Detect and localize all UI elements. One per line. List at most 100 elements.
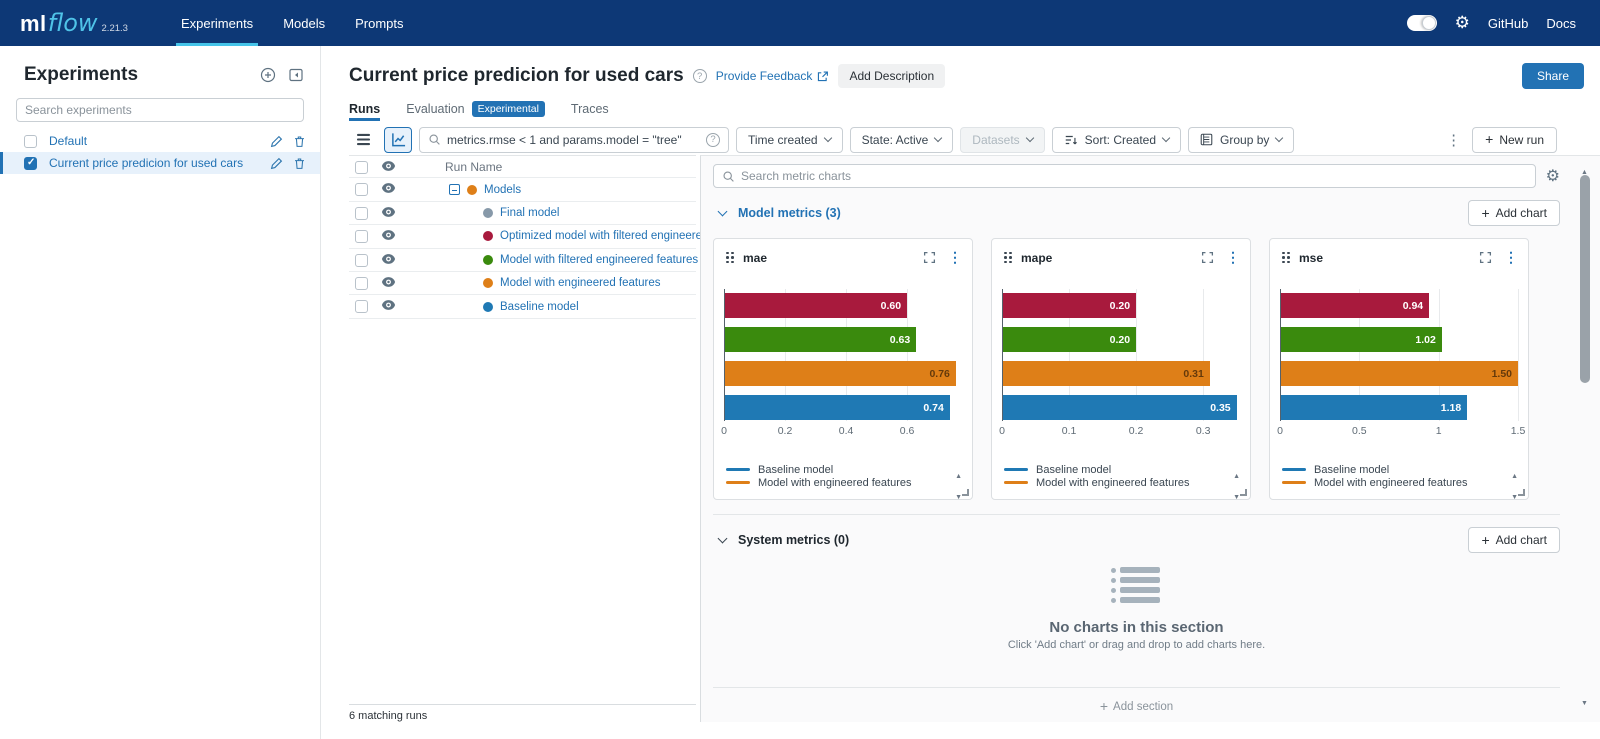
add-description-button[interactable]: Add Description — [838, 64, 945, 88]
collapse-sidebar-icon[interactable] — [288, 67, 304, 83]
filter-time-created[interactable]: Time created — [736, 127, 843, 153]
run-checkbox[interactable] — [355, 300, 368, 313]
legend-scroll-up-icon[interactable] — [1233, 465, 1240, 483]
docs-link[interactable]: Docs — [1546, 16, 1576, 31]
toolbar-kebab-menu[interactable] — [1442, 131, 1465, 149]
experiment-search-input[interactable] — [16, 98, 304, 122]
collapse-section-icon[interactable] — [718, 206, 728, 216]
run-name-link[interactable]: Model with filtered engineered features — [500, 254, 698, 266]
settings-gear-icon[interactable] — [1455, 13, 1470, 33]
visibility-eye-button[interactable] — [381, 182, 396, 194]
run-name-link[interactable]: Final model — [500, 207, 559, 219]
github-link[interactable]: GitHub — [1488, 16, 1528, 31]
run-checkbox[interactable] — [355, 207, 368, 220]
visibility-eye-button[interactable] — [381, 276, 396, 288]
scroll-down-icon[interactable] — [1581, 692, 1588, 710]
legend-scroll-down-icon[interactable] — [1511, 486, 1518, 504]
provide-feedback-link[interactable]: Provide Feedback — [716, 69, 830, 83]
edit-pencil-button[interactable] — [270, 157, 283, 170]
edit-pencil-button[interactable] — [270, 135, 283, 148]
visibility-eye-button[interactable] — [381, 206, 396, 218]
new-experiment-icon[interactable] — [260, 67, 276, 83]
run-checkbox[interactable] — [355, 183, 368, 196]
run-filter-input[interactable] — [447, 133, 700, 147]
run-checkbox[interactable] — [355, 277, 368, 290]
chart-resize-handle[interactable] — [1240, 489, 1247, 496]
experiment-list-item[interactable]: Default — [0, 130, 320, 152]
tab-traces[interactable]: Traces — [571, 98, 609, 120]
drag-handle[interactable] — [726, 252, 734, 264]
section-title[interactable]: System metrics (0) — [738, 533, 849, 547]
nav-tab-experiments[interactable]: Experiments — [166, 0, 268, 46]
experiment-row-actions — [270, 157, 306, 170]
edit-pencil-icon — [270, 157, 283, 170]
visibility-eye-button[interactable] — [381, 229, 396, 241]
experiment-name-link[interactable]: Current price predicion for used cars — [49, 156, 262, 170]
delete-trash-button[interactable] — [293, 135, 306, 148]
run-checkbox[interactable] — [355, 161, 368, 174]
tab-evaluation[interactable]: EvaluationExperimental — [406, 98, 545, 120]
expand-chart-button[interactable] — [1201, 251, 1214, 264]
experiment-list-item[interactable]: Current price predicion for used cars — [0, 152, 320, 174]
experiment-checkbox[interactable] — [24, 135, 37, 148]
filter-state-active[interactable]: State: Active — [850, 127, 954, 153]
legend-item[interactable]: Model with engineered features — [726, 476, 911, 489]
legend-item[interactable]: Baseline model — [1282, 463, 1467, 476]
chart-resize-handle[interactable] — [962, 489, 969, 496]
run-checkbox[interactable] — [355, 230, 368, 243]
legend-item[interactable]: Model with engineered features — [1004, 476, 1189, 489]
bar-optimized-model-with-filtered-engineered-features: 0.94 — [1281, 293, 1429, 318]
section-title[interactable]: Model metrics (3) — [738, 206, 841, 220]
metric-chart-search-input[interactable] — [741, 169, 1527, 183]
expand-chart-button[interactable] — [923, 251, 936, 264]
share-button[interactable]: Share — [1522, 63, 1584, 89]
experiment-checkbox[interactable] — [24, 157, 37, 170]
add-chart-button[interactable]: Add chart — [1468, 200, 1560, 226]
expand-chart-button[interactable] — [1479, 251, 1492, 264]
visibility-eye-button[interactable] — [381, 299, 396, 311]
legend-scroll-down-icon[interactable] — [1233, 486, 1240, 504]
drag-handle[interactable] — [1282, 252, 1290, 264]
add-chart-button[interactable]: Add chart — [1468, 527, 1560, 553]
collapse-section-icon[interactable] — [718, 533, 728, 543]
experiment-row-actions — [270, 135, 306, 148]
experiment-info-icon[interactable] — [693, 69, 707, 83]
nav-tab-models[interactable]: Models — [268, 0, 340, 46]
experiment-name-link[interactable]: Default — [49, 134, 262, 148]
chart-resize-handle[interactable] — [1518, 489, 1525, 496]
nav-tab-prompts[interactable]: Prompts — [340, 0, 418, 46]
visibility-eye-button[interactable] — [381, 160, 396, 172]
new-run-button[interactable]: New run — [1472, 127, 1557, 153]
list-view-button[interactable] — [349, 127, 377, 153]
collapse-group-icon[interactable] — [449, 184, 460, 195]
legend-item[interactable]: Baseline model — [726, 463, 911, 476]
chart-kebab-menu[interactable] — [1226, 249, 1240, 266]
add-section-button[interactable]: Add section — [713, 699, 1560, 714]
run-name-link[interactable]: Baseline model — [500, 301, 579, 313]
filter-help-icon[interactable] — [706, 133, 720, 147]
sidebar-title: Experiments — [24, 64, 138, 86]
delete-trash-button[interactable] — [293, 157, 306, 170]
tab-label: Traces — [571, 102, 609, 116]
chart-kebab-menu[interactable] — [948, 249, 962, 266]
chart-kebab-menu[interactable] — [1504, 249, 1518, 266]
chart-settings-gear-icon[interactable] — [1546, 166, 1560, 186]
run-group-name-link[interactable]: Models — [484, 184, 521, 196]
legend-item[interactable]: Baseline model — [1004, 463, 1189, 476]
run-checkbox[interactable] — [355, 254, 368, 267]
scrollbar-thumb[interactable] — [1580, 175, 1590, 383]
filter-group-by[interactable]: Group by — [1188, 127, 1294, 153]
theme-toggle[interactable] — [1407, 15, 1437, 31]
drag-handle[interactable] — [1004, 252, 1012, 264]
run-name-link[interactable]: Model with engineered features — [500, 277, 660, 289]
chart-view-button[interactable] — [384, 127, 412, 153]
legend-scroll-down-icon[interactable] — [955, 486, 962, 504]
charts-scrollbar[interactable] — [1579, 161, 1592, 710]
tab-runs[interactable]: Runs — [349, 98, 380, 120]
legend-scroll-up-icon[interactable] — [955, 465, 962, 483]
filter-sort-created[interactable]: Sort: Created — [1052, 127, 1181, 153]
visibility-eye-button[interactable] — [381, 253, 396, 265]
legend-scroll-up-icon[interactable] — [1511, 465, 1518, 483]
legend-item[interactable]: Model with engineered features — [1282, 476, 1467, 489]
mlflow-logo[interactable]: mlflow 2.21.3 — [20, 9, 128, 37]
